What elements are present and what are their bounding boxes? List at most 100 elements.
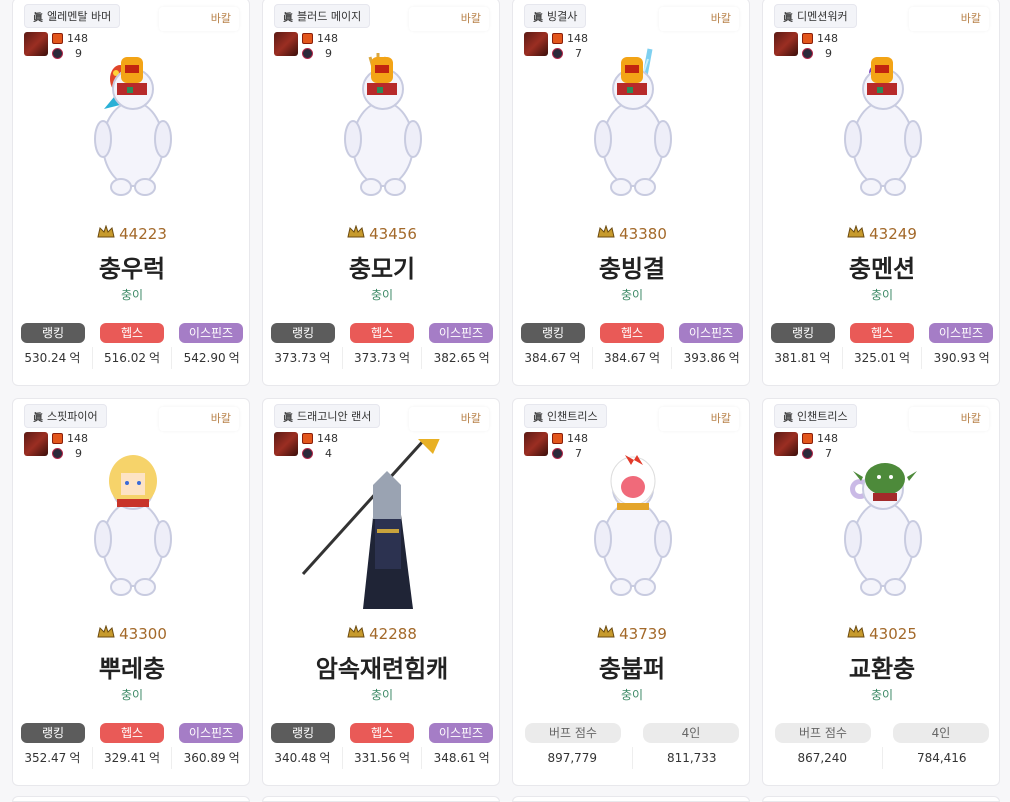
job-tag: 眞 엘레멘탈 바머 bbox=[24, 4, 121, 28]
adventure-name: 충이 bbox=[370, 288, 394, 302]
ispins-button[interactable]: 이스핀즈 bbox=[429, 323, 493, 343]
character-card[interactable]: 眞 빙결사 바칼 148 7 43380 충빙결 충이 랭킹 헵스 이스핀즈 384.67 억 384.6… bbox=[512, 0, 750, 386]
jin-badge-icon: 眞 bbox=[783, 12, 793, 24]
ranking-button[interactable]: 랭킹 bbox=[21, 723, 85, 743]
stat-value: 530.24 억 bbox=[13, 347, 92, 369]
stat-unit: 억 bbox=[898, 351, 911, 365]
next-row-card bbox=[262, 796, 500, 802]
heps-button[interactable]: 헵스 bbox=[350, 323, 414, 343]
heps-button[interactable]: 헵스 bbox=[350, 723, 414, 743]
ranking-button[interactable]: 랭킹 bbox=[521, 323, 585, 343]
crown-icon bbox=[597, 624, 615, 643]
stat-buttons: 랭킹 헵스 이스핀즈 bbox=[271, 323, 493, 343]
stat-value: 331.56 억 bbox=[341, 747, 422, 769]
job-name: 스핏파이어 bbox=[47, 410, 98, 423]
stat-value: 382.65 억 bbox=[421, 347, 499, 369]
stat-value: 390.93 억 bbox=[921, 347, 999, 369]
stat-unit: 억 bbox=[648, 351, 661, 365]
character-image bbox=[263, 409, 499, 609]
buff-value: 784,416 bbox=[881, 747, 1000, 769]
stat-unit: 억 bbox=[728, 351, 740, 365]
ispins-button[interactable]: 이스핀즈 bbox=[929, 323, 993, 343]
ranking-button[interactable]: 랭킹 bbox=[271, 323, 335, 343]
stat-value: 329.41 억 bbox=[91, 747, 172, 769]
stat-number: 360.89 bbox=[183, 751, 226, 765]
character-sprite bbox=[301, 409, 453, 609]
character-card[interactable]: 眞 인챈트리스 바칼 148 7 43739 충붑퍼 충이 버프 점수 4인 897,779 811,… bbox=[512, 398, 750, 786]
character-card[interactable]: 眞 블러드 메이지 바칼 148 9 43456 충모기 충이 랭킹 헵스 이스핀즈 373.73 억 3… bbox=[262, 0, 500, 386]
character-card[interactable]: 眞 디멘션워커 바칼 148 9 43249 충멘션 충이 랭킹 헵스 이스핀즈 381.81 억 325… bbox=[762, 0, 1000, 386]
adventure-name: 충이 bbox=[620, 688, 644, 702]
stat-unit: 억 bbox=[148, 751, 161, 765]
buff-value: 811,733 bbox=[631, 747, 750, 769]
stat-value: 352.47 억 bbox=[13, 747, 92, 769]
ranking-button[interactable]: 랭킹 bbox=[771, 323, 835, 343]
score-row: 43300 bbox=[13, 624, 249, 643]
jin-badge-icon: 眞 bbox=[283, 12, 293, 24]
stat-number: 393.86 bbox=[683, 351, 726, 365]
character-name: 충모기 bbox=[348, 255, 416, 283]
stat-value: 381.81 억 bbox=[763, 347, 842, 369]
heps-button[interactable]: 헵스 bbox=[600, 323, 664, 343]
stat-number: 530.24 bbox=[24, 351, 67, 365]
ispins-button[interactable]: 이스핀즈 bbox=[179, 723, 243, 743]
stat-value: 340.48 억 bbox=[263, 747, 342, 769]
score-row: 43739 bbox=[513, 624, 749, 643]
jin-badge-icon: 眞 bbox=[283, 412, 293, 424]
jin-badge-icon: 眞 bbox=[783, 412, 793, 424]
job-name: 인챈트리스 bbox=[547, 410, 598, 423]
stat-buttons: 버프 점수 4인 bbox=[775, 723, 989, 743]
stat-value: 393.86 억 bbox=[671, 347, 749, 369]
stat-unit: 억 bbox=[478, 751, 490, 765]
crown-icon bbox=[97, 224, 115, 243]
character-name: 충붑퍼 bbox=[598, 655, 666, 683]
score-value: 43249 bbox=[869, 225, 917, 243]
score-row: 43025 bbox=[763, 624, 999, 643]
stat-values: 352.47 억 329.41 억 360.89 억 bbox=[13, 747, 249, 769]
buff-score-button[interactable]: 버프 점수 bbox=[775, 723, 871, 743]
stat-values: 340.48 억 331.56 억 348.61 억 bbox=[263, 747, 499, 769]
stat-value: 542.90 억 bbox=[171, 347, 249, 369]
party-4-button[interactable]: 4인 bbox=[893, 723, 989, 743]
jin-badge-icon: 眞 bbox=[533, 12, 543, 24]
heps-button[interactable]: 헵스 bbox=[850, 323, 914, 343]
crown-icon bbox=[97, 624, 115, 643]
ispins-button[interactable]: 이스핀즈 bbox=[429, 723, 493, 743]
ranking-button[interactable]: 랭킹 bbox=[271, 723, 335, 743]
job-name: 엘레멘탈 바머 bbox=[47, 10, 112, 23]
stat-number: 373.73 bbox=[353, 351, 396, 365]
next-row-card bbox=[762, 796, 1000, 802]
stat-value: 325.01 억 bbox=[841, 347, 922, 369]
heps-button[interactable]: 헵스 bbox=[100, 323, 164, 343]
buff-score-button[interactable]: 버프 점수 bbox=[525, 723, 621, 743]
job-name: 블러드 메이지 bbox=[297, 10, 362, 23]
party-4-button[interactable]: 4인 bbox=[643, 723, 739, 743]
jin-badge-icon: 眞 bbox=[533, 412, 543, 424]
ispins-button[interactable]: 이스핀즈 bbox=[179, 323, 243, 343]
score-value: 44223 bbox=[119, 225, 167, 243]
stat-values: 381.81 억 325.01 억 390.93 억 bbox=[763, 347, 999, 369]
ranking-button[interactable]: 랭킹 bbox=[21, 323, 85, 343]
character-sprite bbox=[844, 57, 922, 196]
job-name: 인챈트리스 bbox=[797, 410, 848, 423]
stat-number: 390.93 bbox=[933, 351, 976, 365]
stat-value: 373.73 억 bbox=[263, 347, 342, 369]
character-card[interactable]: 眞 인챈트리스 바칼 148 7 43025 교환충 충이 버프 점수 4인 867,240 784,… bbox=[762, 398, 1000, 786]
score-value: 43300 bbox=[119, 625, 167, 643]
job-tag: 眞 인챈트리스 bbox=[524, 404, 607, 428]
stat-unit: 억 bbox=[569, 351, 581, 365]
stat-buttons: 랭킹 헵스 이스핀즈 bbox=[771, 323, 993, 343]
stat-unit: 억 bbox=[148, 351, 161, 365]
character-card[interactable]: 眞 엘레멘탈 바머 바칼 148 9 44223 충우럭 충이 랭킹 헵스 이스핀즈 530.24 억 5… bbox=[12, 0, 250, 386]
server-label: 바칼 bbox=[409, 407, 489, 431]
server-label: 바칼 bbox=[159, 7, 239, 31]
character-image bbox=[763, 39, 999, 209]
heps-button[interactable]: 헵스 bbox=[100, 723, 164, 743]
character-card[interactable]: 眞 드래고니안 랜서 바칼 148 4 42288 암속재련힘캐 충이 랭킹 헵스 이스핀즈 340.… bbox=[262, 398, 500, 786]
ispins-button[interactable]: 이스핀즈 bbox=[679, 323, 743, 343]
character-card[interactable]: 眞 스핏파이어 바칼 148 9 43300 뿌레충 충이 랭킹 헵스 이스핀즈 352.47 억 329… bbox=[12, 398, 250, 786]
stat-buttons: 랭킹 헵스 이스핀즈 bbox=[21, 323, 243, 343]
stat-number: 352.47 bbox=[24, 751, 67, 765]
stat-unit: 억 bbox=[819, 351, 831, 365]
job-name: 디멘션워커 bbox=[797, 10, 848, 23]
